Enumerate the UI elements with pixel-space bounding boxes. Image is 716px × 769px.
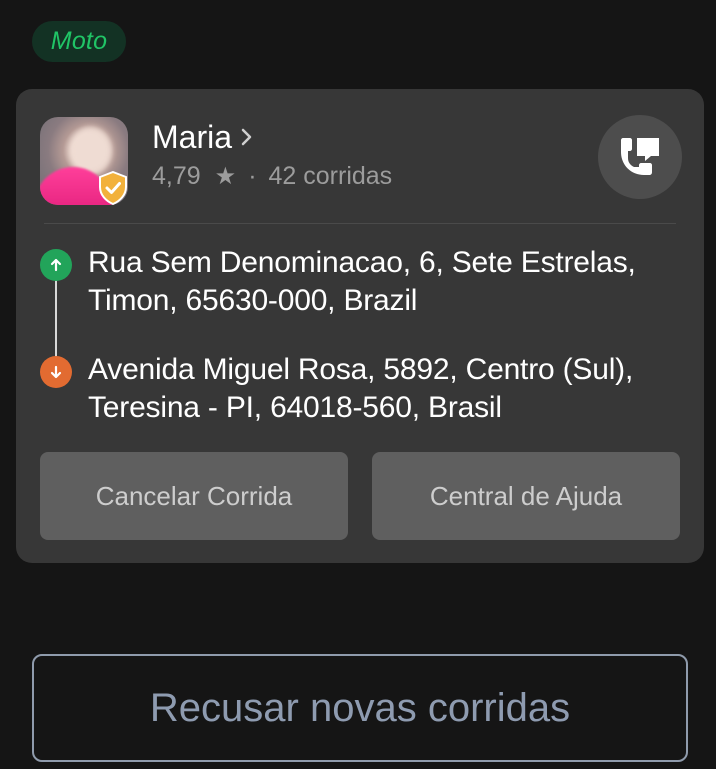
passenger-name: Maria xyxy=(152,118,233,155)
ride-count: 42 corridas xyxy=(268,161,393,190)
rating-value: 4,79 xyxy=(152,161,201,190)
separator-dot: · xyxy=(248,161,257,190)
destination-address: Avenida Miguel Rosa, 5892, Centro (Sul),… xyxy=(88,353,634,424)
cancel-ride-button[interactable]: Cancelar Corrida xyxy=(40,452,348,540)
origin-address: Rua Sem Denominacao, 6, Sete Estrelas, T… xyxy=(88,246,636,317)
route-connector xyxy=(55,279,57,361)
arrow-up-icon xyxy=(50,258,62,272)
passenger-name-link[interactable]: Maria xyxy=(152,117,254,157)
destination-marker xyxy=(40,356,72,388)
call-button[interactable] xyxy=(598,115,682,199)
origin-marker xyxy=(40,249,72,281)
star-icon: ★ xyxy=(214,162,237,190)
help-center-button[interactable]: Central de Ajuda xyxy=(372,452,680,540)
divider xyxy=(44,223,676,224)
phone-chat-icon xyxy=(621,138,659,175)
category-label: Moto xyxy=(50,27,108,55)
chevron-right-icon xyxy=(241,128,252,146)
arrow-down-icon xyxy=(50,365,62,379)
shield-check-icon xyxy=(99,171,127,205)
refuse-new-rides-button[interactable]: Recusar novas corridas xyxy=(32,654,688,762)
category-badge: Moto xyxy=(32,21,126,62)
passenger-stats: 4,79 ★ · 42 corridas xyxy=(152,159,392,193)
ride-card: Maria 4,79 ★ · 42 corridas Rua Sem Denom… xyxy=(16,89,704,563)
